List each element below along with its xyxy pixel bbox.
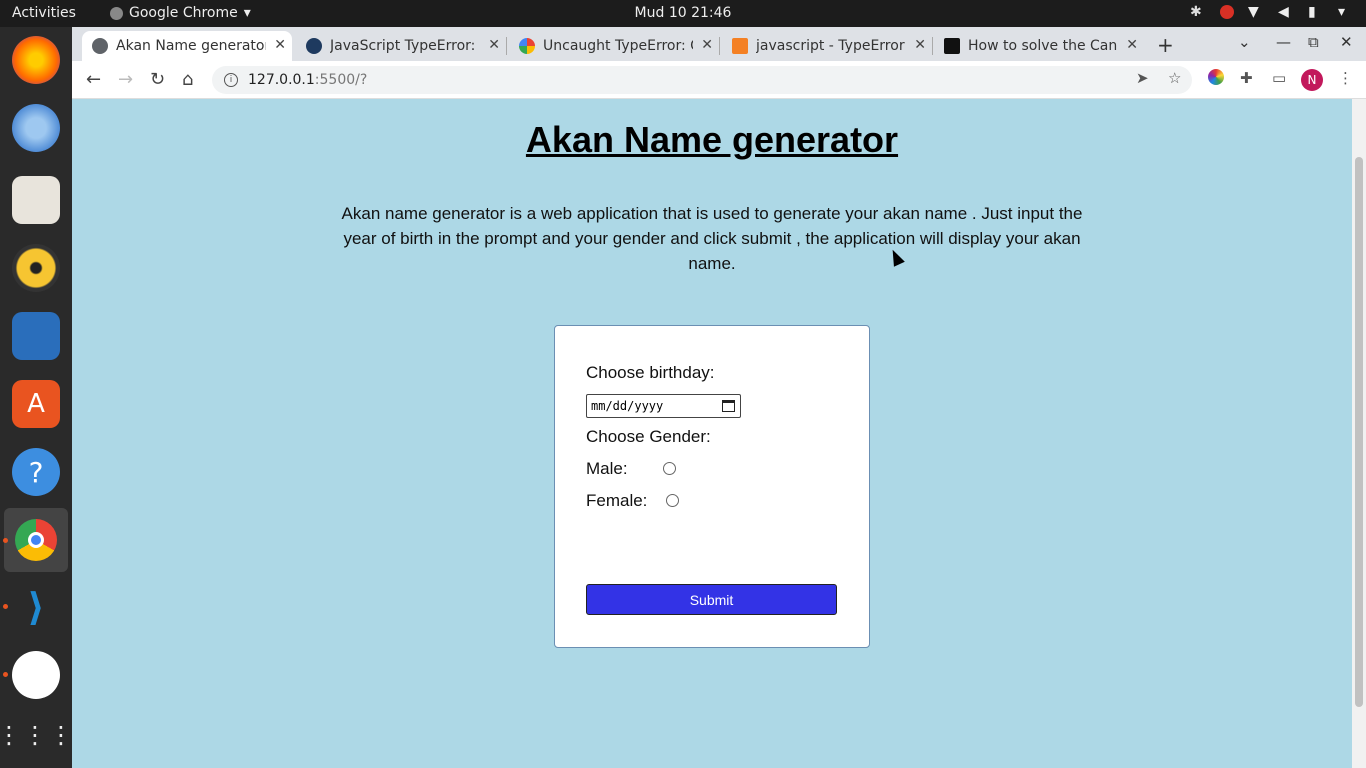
more-menu-icon[interactable]: ⋮ bbox=[1338, 69, 1353, 87]
slack-tray-icon[interactable]: ✱ bbox=[1190, 4, 1206, 20]
tab-strip: Akan Name generator ✕ JavaScript TypeErr… bbox=[72, 27, 1366, 61]
tab-separator bbox=[719, 37, 720, 55]
dock: A ? ⟩ ⋮⋮⋮ bbox=[0, 27, 73, 768]
close-tab-icon[interactable]: ✕ bbox=[701, 37, 713, 53]
tab-how-to-solve[interactable]: How to solve the Cann ✕ bbox=[934, 31, 1144, 61]
system-tray[interactable]: ✱ ▼ ◀ ▮ ▾ bbox=[1190, 4, 1354, 20]
tab-uncaught-typeerror[interactable]: Uncaught TypeError: C ✕ bbox=[509, 31, 719, 61]
chrome-window: Akan Name generator ✕ JavaScript TypeErr… bbox=[72, 27, 1366, 768]
calendar-icon[interactable] bbox=[722, 400, 735, 412]
close-tab-icon[interactable]: ✕ bbox=[488, 37, 500, 53]
tab-akan-name-generator[interactable]: Akan Name generator ✕ bbox=[82, 31, 292, 61]
tab-title: How to solve the Cann bbox=[968, 38, 1118, 54]
site-info-icon[interactable]: i bbox=[224, 73, 238, 87]
files-icon[interactable] bbox=[12, 176, 60, 224]
close-window-icon[interactable]: ✕ bbox=[1340, 33, 1353, 51]
page-content: Akan Name generator Akan name generator … bbox=[72, 99, 1352, 768]
bookmark-star-icon[interactable]: ☆ bbox=[1168, 69, 1181, 87]
battery-icon[interactable]: ▮ bbox=[1308, 4, 1324, 20]
page-title: Akan Name generator bbox=[525, 119, 899, 160]
running-indicator bbox=[3, 538, 8, 543]
tab-separator bbox=[506, 37, 507, 55]
chrome-tray-icon[interactable] bbox=[1220, 5, 1234, 19]
close-tab-icon[interactable]: ✕ bbox=[1126, 37, 1138, 53]
tab-javascript-typeerror[interactable]: JavaScript TypeError: ( ✕ bbox=[296, 31, 506, 61]
chrome-icon bbox=[15, 519, 57, 561]
tab-title: Uncaught TypeError: C bbox=[543, 38, 693, 54]
slack-icon[interactable] bbox=[12, 651, 60, 699]
female-radio[interactable] bbox=[666, 494, 679, 507]
form-card: Choose birthday: mm/dd/yyyy Choose Gende… bbox=[554, 325, 870, 648]
gender-label: Choose Gender: bbox=[586, 427, 711, 446]
wifi-icon[interactable]: ▼ bbox=[1248, 4, 1264, 20]
back-icon[interactable]: ← bbox=[86, 69, 101, 90]
reload-icon[interactable]: ↻ bbox=[150, 69, 165, 90]
site-favicon-icon bbox=[306, 38, 322, 54]
system-top-bar: Activities Google Chrome ▾ Mud 10 21:46 … bbox=[0, 0, 1366, 27]
male-label: Male: bbox=[586, 459, 628, 478]
rhythmbox-icon[interactable] bbox=[12, 244, 60, 292]
libreoffice-writer-icon[interactable] bbox=[12, 312, 60, 360]
power-menu-icon[interactable]: ▾ bbox=[1338, 4, 1354, 20]
google-icon bbox=[519, 38, 535, 54]
date-placeholder: mm/dd/yyyy bbox=[591, 399, 664, 413]
forward-icon[interactable]: → bbox=[118, 69, 133, 90]
site-favicon-icon bbox=[944, 38, 960, 54]
stackoverflow-icon bbox=[732, 38, 748, 54]
chrome-dock-icon[interactable] bbox=[4, 508, 68, 572]
app-center-icon[interactable]: A bbox=[12, 380, 60, 428]
firefox-icon[interactable] bbox=[12, 36, 60, 84]
extensions-icon[interactable]: ✚ bbox=[1240, 69, 1253, 87]
tab-title: Akan Name generator bbox=[116, 38, 266, 54]
thunderbird-icon[interactable] bbox=[12, 104, 60, 152]
tab-stackoverflow-typeerror[interactable]: javascript - TypeError: ✕ bbox=[722, 31, 932, 61]
volume-icon[interactable]: ◀ bbox=[1278, 4, 1294, 20]
vscode-icon[interactable]: ⟩ bbox=[12, 583, 60, 631]
tab-search-icon[interactable]: ⌄ bbox=[1238, 33, 1251, 51]
scrollbar-thumb[interactable] bbox=[1355, 157, 1363, 707]
send-icon[interactable]: ➤ bbox=[1136, 69, 1149, 87]
clock[interactable]: Mud 10 21:46 bbox=[0, 5, 1366, 21]
browser-toolbar: ← → ↻ ⌂ i 127.0.0.1 :5500/? ➤ ☆ ✚ ▭ N ⋮ bbox=[72, 61, 1366, 99]
new-tab-button[interactable]: + bbox=[1157, 33, 1174, 57]
birthday-date-input[interactable]: mm/dd/yyyy bbox=[586, 394, 741, 418]
address-bar[interactable]: i 127.0.0.1 :5500/? bbox=[212, 66, 1192, 94]
tab-title: JavaScript TypeError: ( bbox=[330, 38, 480, 54]
globe-icon bbox=[92, 38, 108, 54]
close-tab-icon[interactable]: ✕ bbox=[274, 37, 286, 53]
help-icon[interactable]: ? bbox=[12, 448, 60, 496]
running-indicator bbox=[3, 604, 8, 609]
home-icon[interactable]: ⌂ bbox=[182, 69, 193, 90]
url-path: :5500/? bbox=[314, 72, 368, 88]
maximize-icon[interactable]: ⧉ bbox=[1308, 33, 1319, 51]
profile-avatar[interactable]: N bbox=[1301, 69, 1323, 91]
show-applications-icon[interactable]: ⋮⋮⋮ bbox=[0, 711, 73, 759]
running-indicator bbox=[3, 672, 8, 677]
minimize-icon[interactable]: — bbox=[1276, 33, 1291, 51]
tab-title: javascript - TypeError: bbox=[756, 38, 906, 54]
intro-text: Akan name generator is a web application… bbox=[341, 204, 1083, 273]
male-radio[interactable] bbox=[663, 462, 676, 475]
tab-separator bbox=[932, 37, 933, 55]
close-tab-icon[interactable]: ✕ bbox=[914, 37, 926, 53]
birthday-label: Choose birthday: bbox=[586, 363, 715, 382]
cast-icon[interactable]: ▭ bbox=[1272, 69, 1286, 87]
url-host: 127.0.0.1 bbox=[248, 72, 315, 88]
submit-button[interactable]: Submit bbox=[586, 584, 837, 615]
page-scrollbar[interactable] bbox=[1352, 99, 1366, 768]
color-extension-icon[interactable] bbox=[1208, 69, 1224, 85]
female-label: Female: bbox=[586, 491, 648, 510]
